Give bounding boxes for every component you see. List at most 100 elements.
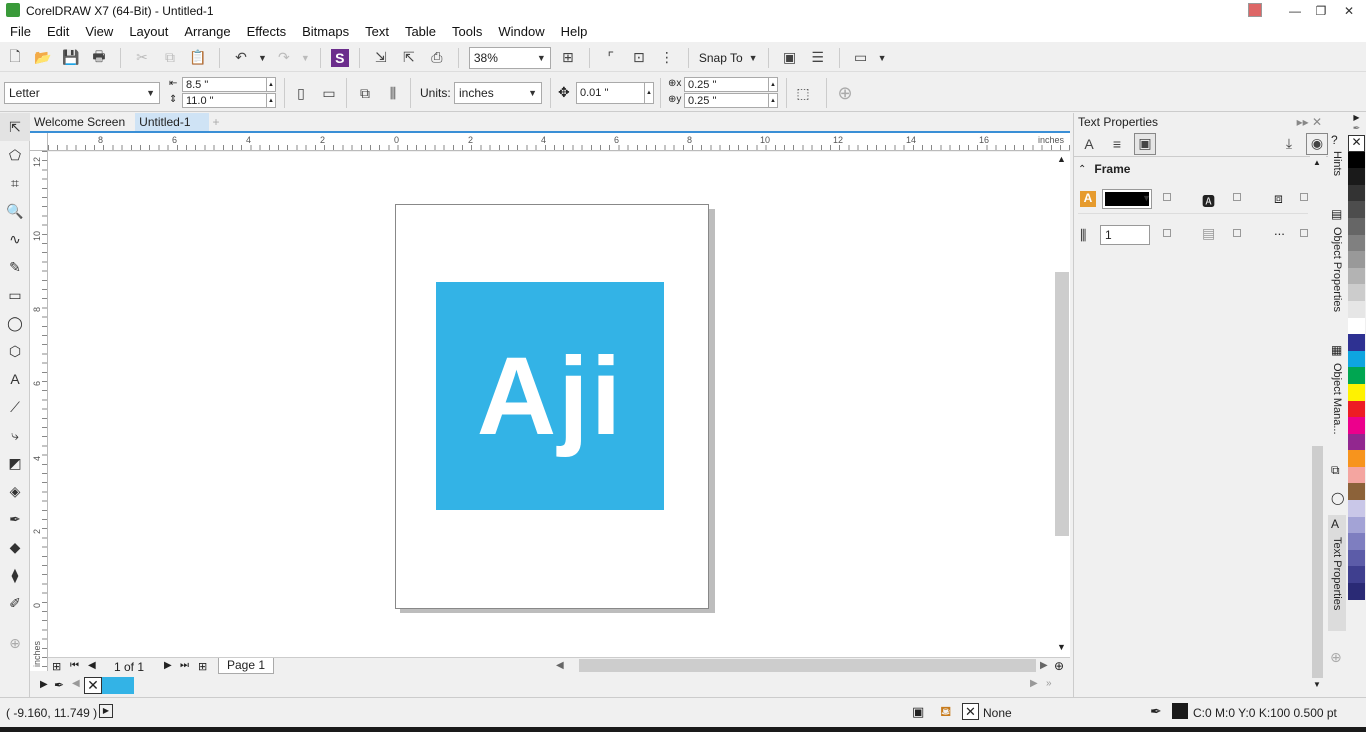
color-swatch[interactable] <box>1348 300 1365 318</box>
redo-icon[interactable]: ↷ <box>273 47 295 69</box>
color-swatch[interactable] <box>1348 417 1365 434</box>
show-guidelines-icon[interactable]: ⋮ <box>656 47 678 69</box>
tab-untitled-1[interactable]: Untitled-1 <box>135 113 209 131</box>
character-icon[interactable]: A <box>1078 133 1100 155</box>
redo-dropdown-icon[interactable]: ▼ <box>301 53 310 63</box>
landscape-icon[interactable]: ▭ <box>318 82 340 104</box>
scroll-up-icon[interactable]: ▲ <box>1313 158 1321 167</box>
options-icon[interactable]: ☰ <box>807 47 829 69</box>
docker-scroll-thumb[interactable] <box>1312 446 1323 678</box>
color-swatch[interactable] <box>1348 533 1365 550</box>
tab-object-manager[interactable]: Object Mana... <box>1331 363 1343 435</box>
new-document-icon[interactable]: 🗋 <box>4 47 26 69</box>
menu-text[interactable]: Text <box>357 22 397 42</box>
transparency-tool-icon[interactable]: ◈ <box>0 477 30 505</box>
current-page-icon[interactable]: ⫼ <box>382 82 404 104</box>
cut-icon[interactable]: ✂ <box>131 47 153 69</box>
column-settings-icon[interactable]: ▤ <box>1202 225 1215 242</box>
status-menu-icon[interactable]: ▶ <box>99 704 113 718</box>
vertical-scroll-thumb[interactable] <box>1055 272 1069 536</box>
horizontal-scroll-thumb[interactable] <box>579 659 1036 672</box>
more-options-button[interactable]: ... <box>1274 223 1285 238</box>
number-of-columns-field[interactable]: 1 <box>1100 225 1150 245</box>
zoom-tool-icon[interactable]: 🔍 <box>0 197 30 225</box>
collapse-icon[interactable]: ⌃ <box>1078 164 1086 175</box>
menu-arrange[interactable]: Arrange <box>176 22 238 42</box>
add-page-after-icon[interactable]: ⊞ <box>198 660 207 673</box>
next-page-icon[interactable]: ▶ <box>164 660 172 671</box>
paper-type-select[interactable]: Letter ▼ <box>4 82 160 104</box>
vertical-alignment-icon[interactable]: 🅰 <box>1202 191 1215 210</box>
copy-icon[interactable]: ⧉ <box>159 47 181 69</box>
last-page-icon[interactable]: ⏭ <box>180 660 189 671</box>
welcome-screen-icon[interactable]: ▣ <box>779 47 801 69</box>
quick-customize-icon[interactable]: ⊕ <box>834 82 856 104</box>
menu-effects[interactable]: Effects <box>239 22 295 42</box>
palette-eyedropper-icon[interactable]: ✒ <box>1347 123 1366 135</box>
outline-pen-icon[interactable]: ✐ <box>0 589 30 617</box>
color-swatch[interactable] <box>102 677 118 694</box>
frame-icon[interactable]: ▣ <box>1134 132 1156 155</box>
menu-table[interactable]: Table <box>397 22 444 42</box>
palette-menu-icon[interactable]: ▶ <box>40 679 48 690</box>
open-icon[interactable]: 📂 <box>32 47 54 69</box>
checkbox[interactable] <box>1300 229 1308 237</box>
menu-window[interactable]: Window <box>490 22 552 42</box>
spin-arrows-icon[interactable]: ▲ <box>768 78 777 91</box>
color-swatch[interactable] <box>1348 516 1365 534</box>
launcher-dropdown-icon[interactable]: ▼ <box>878 53 887 63</box>
no-color-swatch[interactable]: ✕ <box>1348 135 1365 152</box>
palette-scroll-right-icon[interactable]: ▶ <box>1030 678 1038 689</box>
add-tab-icon[interactable]: + <box>209 113 224 131</box>
color-swatch[interactable] <box>1348 566 1365 584</box>
color-swatch[interactable] <box>1348 466 1365 484</box>
portrait-icon[interactable]: ▯ <box>290 82 312 104</box>
palette-expand-icon[interactable]: » <box>1046 678 1052 689</box>
zoom-navigator-icon[interactable]: ⊕ <box>1054 659 1064 673</box>
artistic-media-icon[interactable]: ✎ <box>0 253 30 281</box>
pick-tool-icon[interactable]: ⇱ <box>0 113 30 141</box>
color-swatch[interactable] <box>1348 433 1365 451</box>
drop-shadow-icon[interactable]: ◩ <box>0 449 30 477</box>
tab-hints[interactable]: Hints <box>1331 151 1343 176</box>
spin-arrows-icon[interactable]: ▲ <box>266 78 275 91</box>
view-icon[interactable]: ◉ <box>1306 132 1328 155</box>
checkbox[interactable] <box>1163 193 1171 201</box>
color-swatch[interactable] <box>1348 317 1365 335</box>
color-swatch[interactable] <box>1348 251 1365 268</box>
spin-arrows-icon[interactable]: ▲ <box>266 94 275 107</box>
freehand-tool-icon[interactable]: ∿ <box>0 225 30 253</box>
color-swatch[interactable] <box>1348 350 1365 368</box>
print-icon[interactable]: 🖶 <box>88 47 110 69</box>
close-button[interactable]: ✕ <box>1332 0 1366 22</box>
undo-dropdown-icon[interactable]: ▼ <box>258 53 267 63</box>
menu-view[interactable]: View <box>77 22 121 42</box>
checkbox[interactable] <box>1163 229 1171 237</box>
horizontal-ruler[interactable]: 8 6 4 2 0 2 4 6 8 10 12 14 16 inches <box>48 133 1070 151</box>
crop-tool-icon[interactable]: ⌗ <box>0 169 30 197</box>
color-swatch[interactable] <box>1348 400 1365 418</box>
add-page-before-icon[interactable]: ⊞ <box>52 660 61 673</box>
scroll-down-icon[interactable]: ▼ <box>1057 642 1066 652</box>
color-swatch[interactable] <box>1348 583 1365 600</box>
snap-to-button[interactable]: Snap To <box>699 51 743 65</box>
checkbox[interactable] <box>1233 229 1241 237</box>
duplicate-y-field[interactable]: 0.25 " ▲ <box>684 93 778 108</box>
tab-welcome-screen[interactable]: Welcome Screen <box>30 113 129 131</box>
color-eyedropper-icon[interactable]: ✒ <box>0 505 30 533</box>
menu-layout[interactable]: Layout <box>121 22 176 42</box>
show-grid-icon[interactable]: ⊡ <box>628 47 650 69</box>
previous-page-icon[interactable]: ◀ <box>88 660 96 671</box>
color-swatch[interactable] <box>1348 168 1365 185</box>
eyedropper-icon[interactable]: ✒ <box>54 678 64 692</box>
frame-fit-icon[interactable]: ⧈ <box>1274 190 1283 207</box>
snap-to-dropdown-icon[interactable]: ▼ <box>749 53 758 63</box>
menu-help[interactable]: Help <box>553 22 596 42</box>
scroll-left-icon[interactable]: ◀ <box>556 660 564 671</box>
full-screen-icon[interactable]: ⊞ <box>557 47 579 69</box>
all-pages-icon[interactable]: ⧉ <box>354 82 376 104</box>
connector-tool-icon[interactable]: ⤷ <box>0 421 30 449</box>
color-swatch[interactable] <box>1348 284 1365 301</box>
duplicate-x-field[interactable]: 0.25 " ▲ <box>684 77 778 92</box>
smart-fill-icon[interactable]: ⧫ <box>0 561 30 589</box>
